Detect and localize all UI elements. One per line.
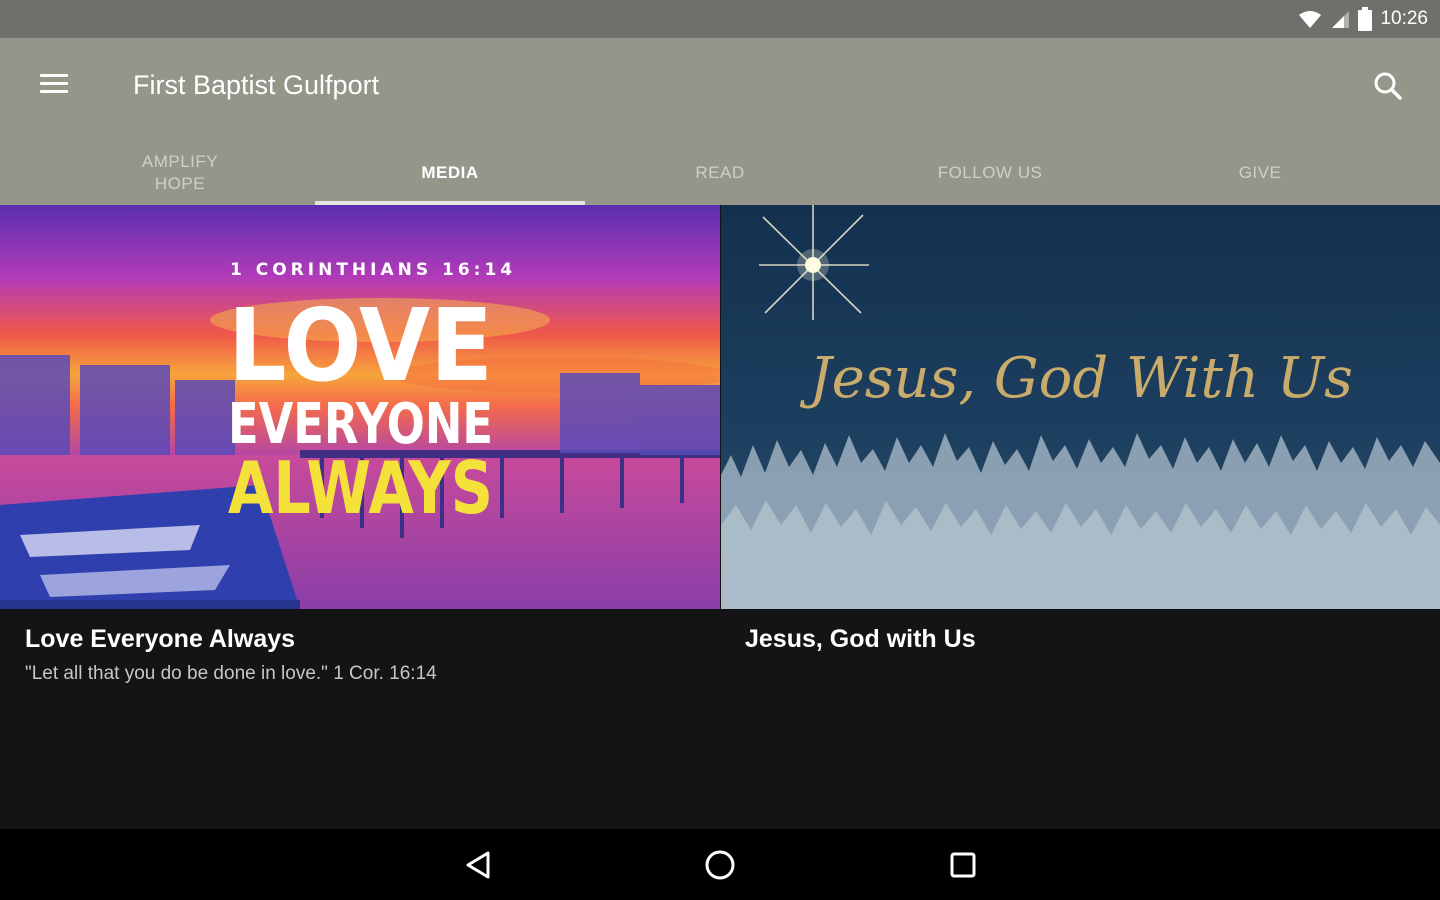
- media-grid: 1 CORINTHIANS 16:14 LOVE EVERYONE ALWAYS…: [0, 205, 1440, 829]
- tab-give[interactable]: GIVE: [1125, 140, 1395, 205]
- artwork-line-1: LOVE: [228, 287, 493, 404]
- tab-read[interactable]: READ: [585, 140, 855, 205]
- app-title: First Baptist Gulfport: [133, 70, 380, 100]
- tab-media[interactable]: MEDIA: [315, 140, 585, 205]
- artwork-script-title: Jesus, God With Us: [799, 346, 1353, 411]
- search-icon[interactable]: [1370, 68, 1406, 104]
- status-time: 10:26: [1380, 8, 1428, 29]
- wifi-icon: [1298, 9, 1322, 29]
- media-card-love-everyone-always[interactable]: 1 CORINTHIANS 16:14 LOVE EVERYONE ALWAYS…: [0, 205, 720, 829]
- media-card-title: Love Everyone Always: [25, 625, 296, 653]
- media-card-subtitle: "Let all that you do be done in love." 1…: [25, 663, 437, 684]
- tab-bar: AMPLIFY HOPE MEDIA READ FOLLOW US GIVE: [45, 140, 1395, 205]
- cell-signal-icon: [1330, 9, 1350, 29]
- battery-icon: [1358, 7, 1373, 31]
- tab-label: READ: [695, 162, 745, 182]
- media-thumbnail: Jesus, God With Us: [721, 205, 1440, 609]
- app-bar: First Baptist Gulfport AMPLIFY HOPE MEDI…: [0, 38, 1440, 205]
- tab-label: MEDIA: [421, 162, 479, 182]
- system-nav-bar: [0, 829, 1440, 900]
- status-bar: 10:26: [0, 0, 1440, 38]
- tab-follow-us[interactable]: FOLLOW US: [855, 140, 1125, 205]
- tab-label: AMPLIFY HOPE: [141, 151, 219, 193]
- tab-label: FOLLOW US: [937, 162, 1043, 182]
- tab-label: GIVE: [1238, 162, 1282, 182]
- recents-icon[interactable]: [943, 845, 983, 885]
- hamburger-menu-icon[interactable]: [34, 68, 74, 100]
- back-icon[interactable]: [458, 845, 498, 885]
- tab-amplify-hope[interactable]: AMPLIFY HOPE: [45, 140, 315, 205]
- status-icons: 10:26: [1298, 7, 1428, 31]
- media-thumbnail: 1 CORINTHIANS 16:14 LOVE EVERYONE ALWAYS: [0, 205, 720, 609]
- home-icon[interactable]: [700, 845, 740, 885]
- media-card-title: Jesus, God with Us: [745, 625, 976, 653]
- artwork-reference: 1 CORINTHIANS 16:14: [230, 260, 516, 280]
- artwork-line-3: ALWAYS: [228, 446, 493, 530]
- media-card-jesus-god-with-us[interactable]: Jesus, God With Us Jesus, God with Us: [720, 205, 1440, 829]
